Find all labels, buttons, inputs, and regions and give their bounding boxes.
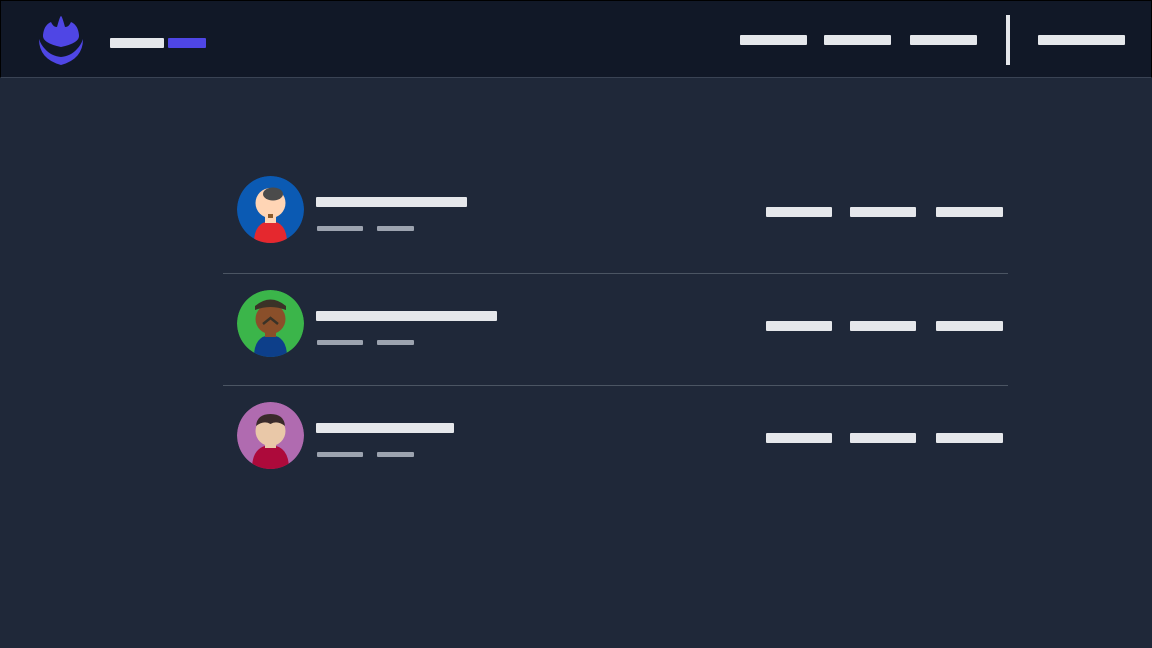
row-action-2[interactable] [850,321,916,331]
row-action-3[interactable] [936,321,1003,331]
nav-link-2[interactable] [824,35,891,45]
row-action-1[interactable] [766,321,832,331]
nav-link-1[interactable] [740,35,807,45]
row-action-3[interactable] [936,207,1003,217]
list-item [223,274,1008,386]
person-meta-secondary [377,340,414,345]
avatar [237,176,304,243]
person-meta-primary [317,452,363,457]
row-action-3[interactable] [936,433,1003,443]
nav-link-3[interactable] [910,35,977,45]
top-navigation-bar [0,0,1152,78]
person-name[interactable] [316,197,467,207]
brand-name-accent [168,38,206,48]
avatar [237,290,304,357]
avatar [237,402,304,469]
row-action-2[interactable] [850,433,916,443]
brand-logo-icon[interactable] [37,15,83,67]
list-item [223,160,1008,274]
person-meta-primary [317,226,363,231]
nav-divider [1006,15,1010,65]
person-meta-secondary [377,226,414,231]
row-action-1[interactable] [766,207,832,217]
person-name[interactable] [316,311,497,321]
row-action-1[interactable] [766,433,832,443]
nav-link-account[interactable] [1038,35,1125,45]
people-list [223,160,1008,496]
row-action-2[interactable] [850,207,916,217]
person-name[interactable] [316,423,454,433]
list-item [223,386,1008,496]
person-meta-secondary [377,452,414,457]
person-meta-primary [317,340,363,345]
brand-name-primary [110,38,164,48]
